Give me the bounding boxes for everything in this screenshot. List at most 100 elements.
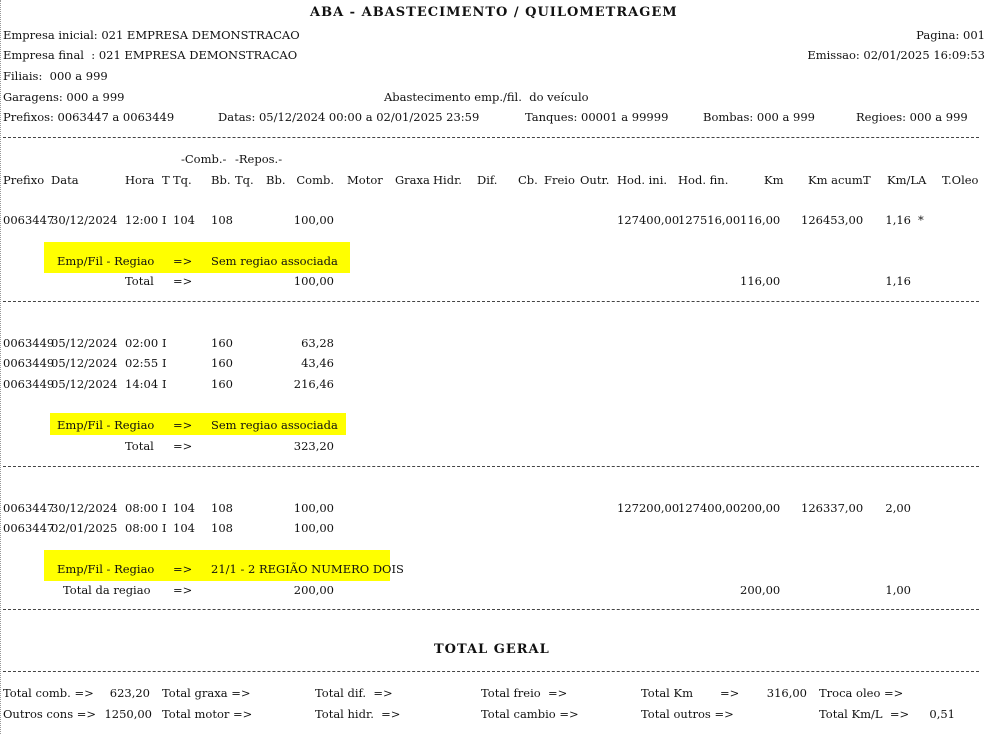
total-arrow: => (173, 439, 193, 453)
total-label: Total (125, 274, 154, 288)
total-geral-title: TOTAL GERAL (434, 642, 550, 657)
cell-km-acum: 126337,00 (801, 501, 864, 515)
cell-data: 30/12/2024 (51, 501, 118, 515)
divider (3, 466, 979, 467)
col-prefixo: Prefixo (3, 173, 45, 187)
cell-prefixo: 0063447 (3, 213, 55, 227)
col-toleo: T.Oleo (942, 173, 979, 187)
group-repos-header: -Repos.- (235, 152, 283, 166)
cell-bb: 108 (211, 501, 233, 515)
tanques: Tanques: 00001 a 99999 (525, 110, 669, 124)
cell-t: I (162, 336, 167, 350)
total-cambio-label: Total cambio => (481, 707, 579, 721)
total-hidr-label: Total hidr. => (315, 707, 401, 721)
cell-bb: 160 (211, 336, 233, 350)
cell-t: I (162, 356, 167, 370)
total-freio-label: Total freio => (481, 686, 568, 700)
cell-km: 200,00 (740, 501, 781, 515)
cell-km: 116,00 (740, 213, 781, 227)
regiao-arrow: => (173, 418, 193, 432)
cell-prefixo: 0063449 (3, 377, 55, 391)
cell-comb: 100,00 (293, 213, 334, 227)
cell-t: I (162, 501, 167, 515)
outros-cons-label: Outros cons => (3, 707, 97, 721)
pagina: Pagina: 001 (916, 28, 985, 42)
cell-bb: 160 (211, 356, 233, 370)
cell-hora: 02:00 (125, 336, 159, 350)
col-a: A (918, 173, 927, 187)
emissao: Emissao: 02/01/2025 16:09:53 (807, 48, 985, 62)
cell-bb: 108 (211, 521, 233, 535)
total-label: Total (125, 439, 154, 453)
cell-tq: 104 (173, 521, 195, 535)
cell-prefixo: 0063447 (3, 521, 55, 535)
cell-t: I (162, 521, 167, 535)
cell-t: I (162, 213, 167, 227)
garagens: Garagens: 000 a 999 (3, 90, 125, 104)
divider (3, 671, 979, 672)
col-km: Km (764, 173, 784, 187)
cell-comb: 216,46 (293, 377, 334, 391)
cell-data: 02/01/2025 (51, 521, 118, 535)
cell-hora: 14:04 (125, 377, 159, 391)
cell-hora: 08:00 (125, 501, 159, 515)
troca-oleo-label: Troca oleo => (819, 686, 904, 700)
cell-comb: 63,28 (301, 336, 334, 350)
regiao-value: Sem regiao associada (211, 418, 338, 432)
col-t: T (162, 173, 170, 187)
col-tq: Tq. (173, 173, 192, 187)
cell-kml: 1,16 (885, 213, 911, 227)
total-comb-value: 623,20 (109, 686, 150, 700)
cell-comb: 100,00 (293, 501, 334, 515)
total-km: 116,00 (740, 274, 781, 288)
col-t2: T (863, 173, 871, 187)
cell-comb: 100,00 (293, 521, 334, 535)
col-freio: Freio (544, 173, 575, 187)
cell-data: 05/12/2024 (51, 336, 118, 350)
cell-data: 05/12/2024 (51, 377, 118, 391)
col-bb-repos: Bb. (266, 173, 286, 187)
total-comb: 100,00 (293, 274, 334, 288)
total-km-arrow: => (720, 686, 740, 700)
total-outros-label: Total outros => (641, 707, 734, 721)
regiao-arrow: => (173, 562, 193, 576)
regiao-label: Emp/Fil - Regiao (57, 562, 155, 576)
total-km: 200,00 (740, 583, 781, 597)
total-kml: 1,00 (885, 583, 911, 597)
col-hora: Hora (125, 173, 155, 187)
cell-data: 30/12/2024 (51, 213, 118, 227)
cell-hod-ini: 127200,00 (617, 501, 680, 515)
total-kml-label: Total Km/L => (819, 707, 910, 721)
cell-km-acum: 126453,00 (801, 213, 864, 227)
datas: Datas: 05/12/2024 00:00 a 02/01/2025 23:… (218, 110, 480, 124)
regiao-value: 21/1 - 2 REGIÃO NUMERO DOIS (211, 562, 404, 576)
col-hidr: Hidr. (433, 173, 462, 187)
cell-comb: 43,46 (301, 356, 334, 370)
cell-hod-ini: 127400,00 (617, 213, 680, 227)
regiao-label: Emp/Fil - Regiao (57, 418, 155, 432)
col-cb: Cb. (518, 173, 538, 187)
report-title: ABA - ABASTECIMENTO / QUILOMETRAGEM (310, 5, 678, 20)
regiao-arrow: => (173, 254, 193, 268)
col-data: Data (51, 173, 79, 187)
total-kml: 1,16 (885, 274, 911, 288)
col-motor: Motor (347, 173, 383, 187)
cell-bb: 108 (211, 213, 233, 227)
col-outr: Outr. (580, 173, 610, 187)
col-graxa: Graxa (395, 173, 430, 187)
cell-prefixo: 0063449 (3, 356, 55, 370)
divider (3, 137, 979, 138)
prefixos: Prefixos: 0063447 a 0063449 (3, 110, 175, 124)
total-graxa-label: Total graxa => (162, 686, 251, 700)
total-comb: 200,00 (293, 583, 334, 597)
cell-hod-fin: 127400,00 (678, 501, 741, 515)
cell-prefixo: 0063447 (3, 501, 55, 515)
col-bb: Bb. (211, 173, 231, 187)
regioes: Regioes: 000 a 999 (856, 110, 968, 124)
cell-data: 05/12/2024 (51, 356, 118, 370)
total-label: Total da regiao (63, 583, 151, 597)
col-kml: Km/L (887, 173, 919, 187)
total-km-value: 316,00 (766, 686, 807, 700)
total-comb: 323,20 (293, 439, 334, 453)
cell-hora: 12:00 (125, 213, 159, 227)
